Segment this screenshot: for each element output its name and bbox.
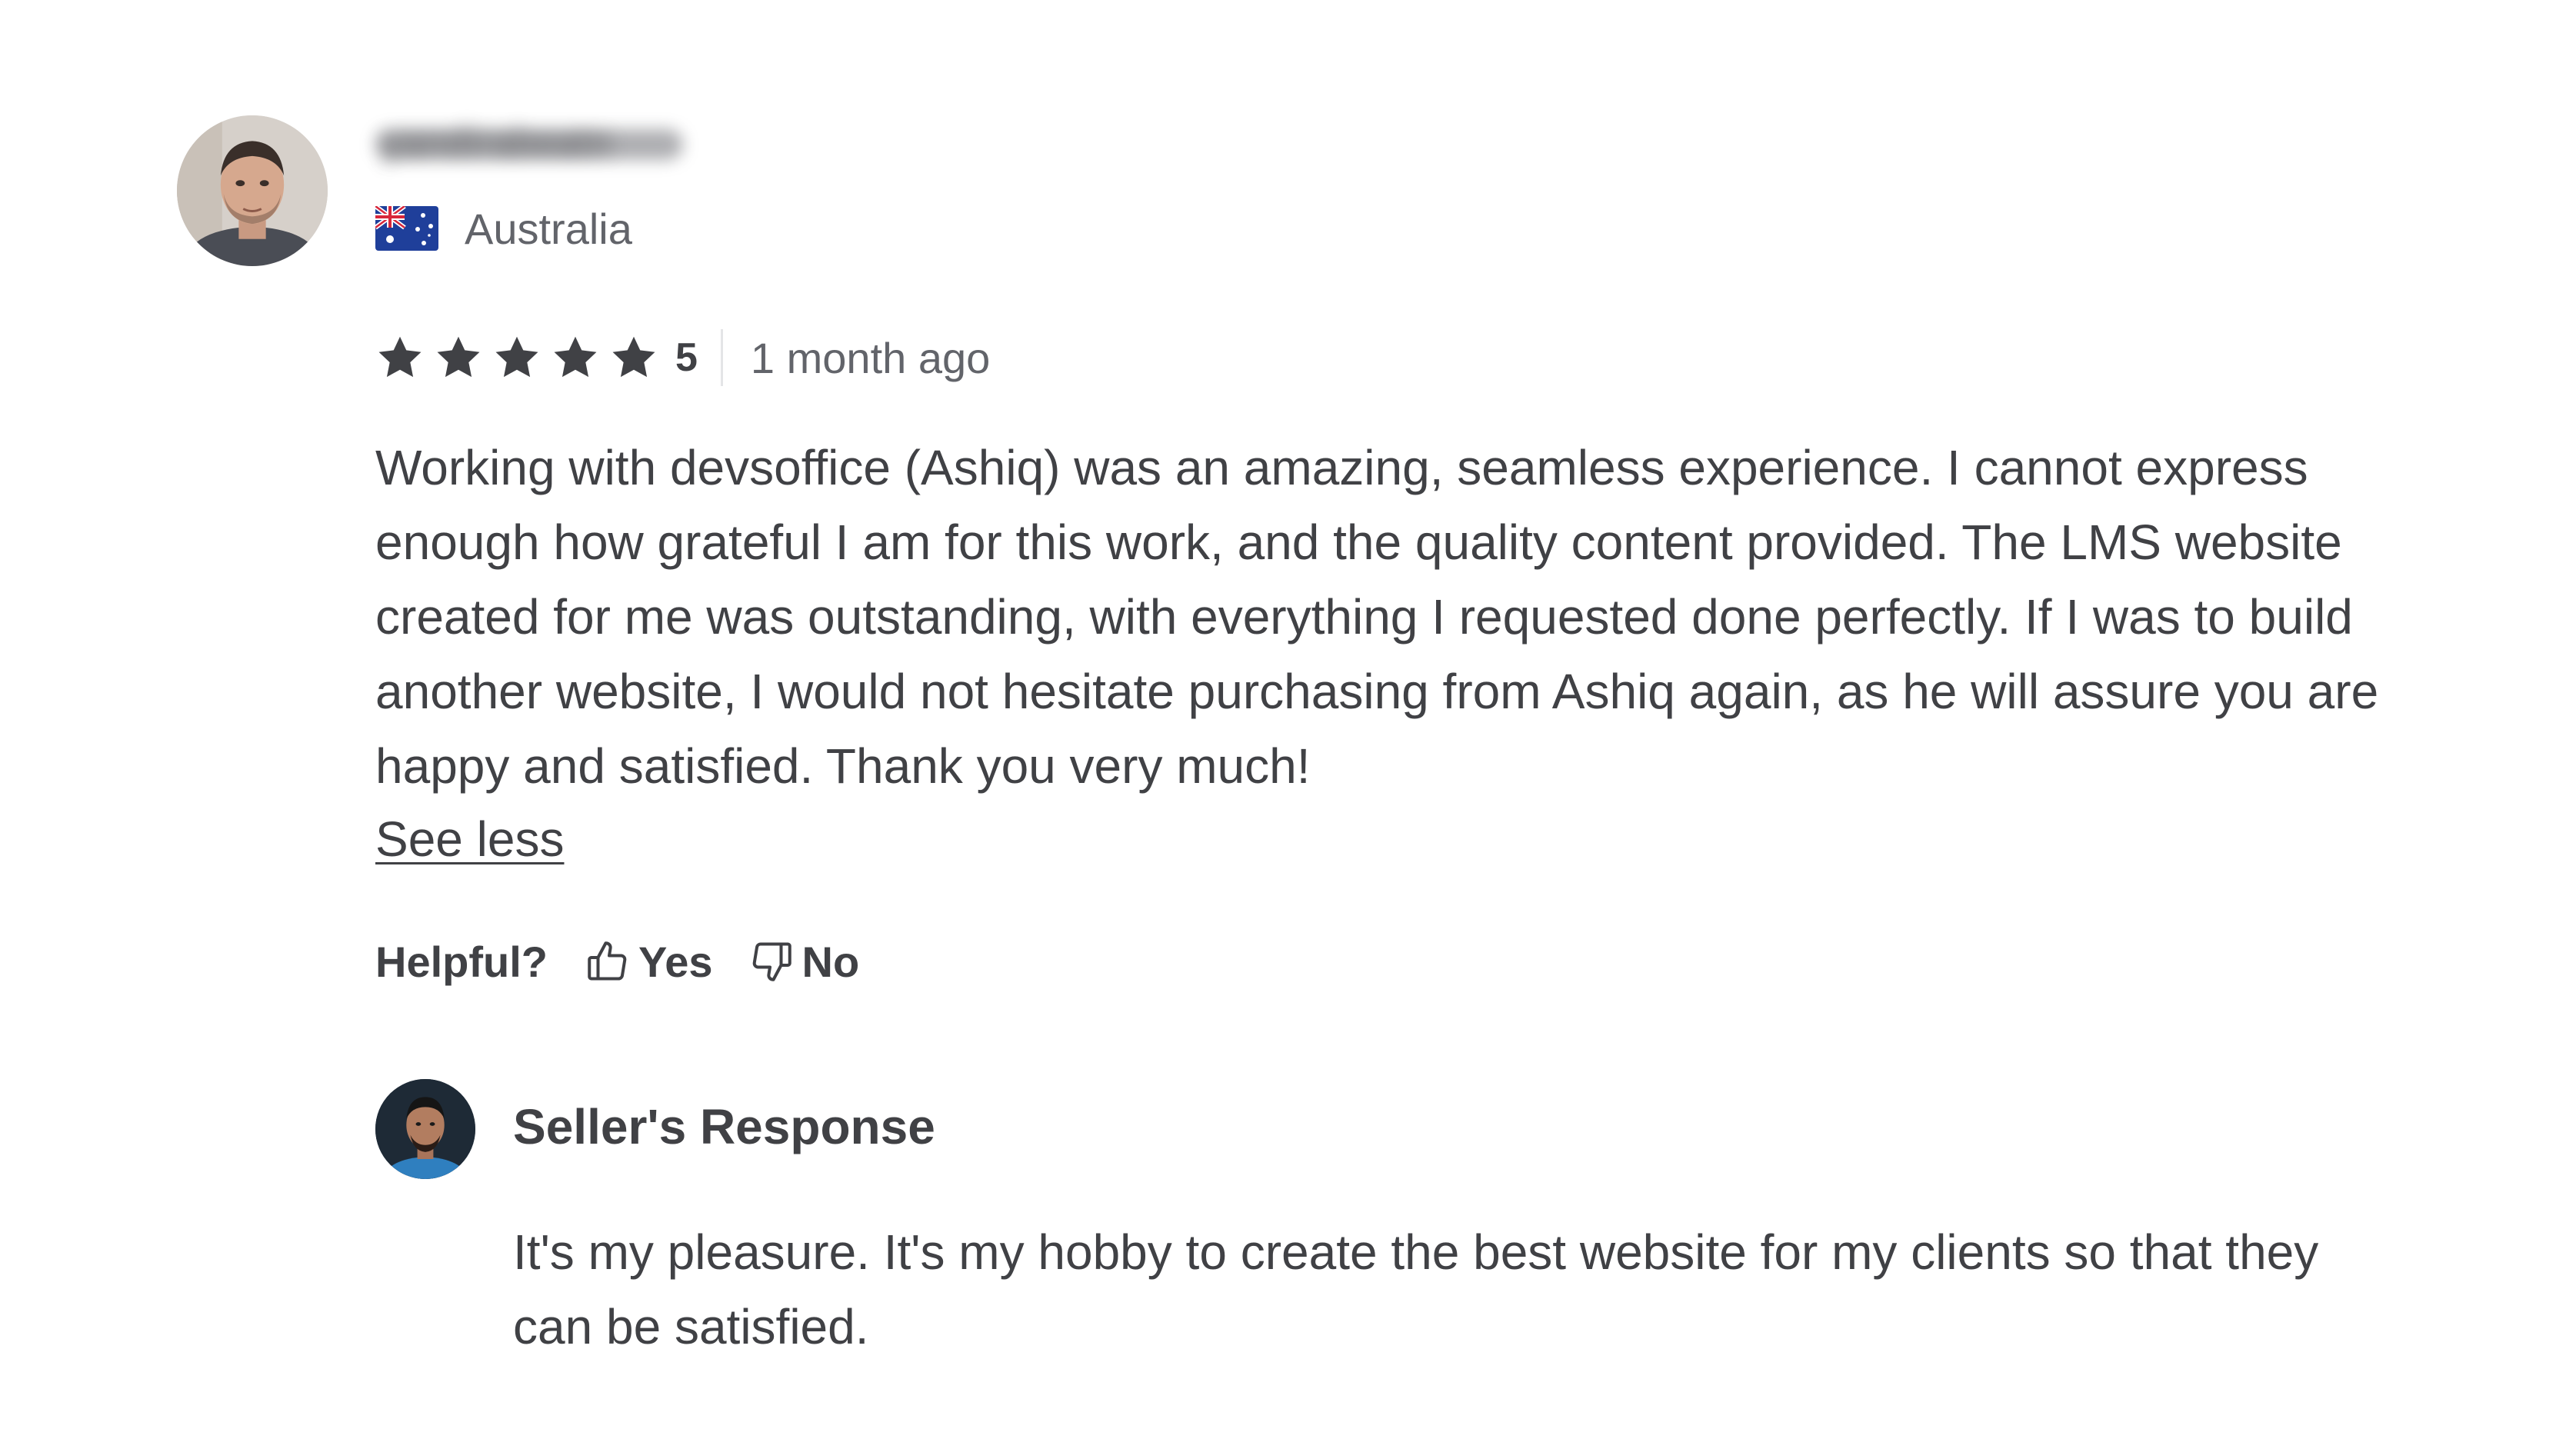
reviewer-username[interactable]: yandirabeatn — [375, 115, 683, 169]
country-name: Australia — [465, 204, 632, 253]
star-icon — [378, 336, 422, 378]
helpful-yes-button[interactable]: Yes — [585, 937, 713, 987]
australia-flag-icon — [375, 206, 438, 251]
thumbs-up-icon — [588, 941, 627, 981]
rating-divider — [720, 329, 723, 386]
seller-avatar[interactable] — [375, 1079, 475, 1179]
reviewer-avatar[interactable] — [177, 115, 328, 266]
review-time-ago: 1 month ago — [750, 333, 991, 382]
star-icon — [437, 336, 480, 378]
rating-row: 5 1 month ago — [375, 329, 991, 386]
seller-avatar-image — [375, 1079, 475, 1179]
star-icon — [495, 336, 538, 378]
see-less-link[interactable]: See less — [375, 802, 564, 877]
helpful-no-label: No — [801, 937, 860, 986]
review-card: yandirabeatn Australia 5 1 month ago Wor… — [0, 0, 2576, 1449]
review-body: Working with devsoffice (Ashiq) was an a… — [375, 440, 2379, 794]
star-icon — [612, 336, 655, 378]
seller-response-body: It's my pleasure. It's my hobby to creat… — [513, 1224, 2319, 1354]
username-text: yandirabeatn — [382, 122, 612, 163]
star-icon — [554, 336, 597, 378]
helpful-yes-label: Yes — [638, 937, 713, 986]
thumbs-down-icon — [752, 942, 791, 981]
reviewer-country: Australia — [375, 202, 632, 255]
helpful-no-button[interactable]: No — [748, 937, 860, 987]
rating-value: 5 — [675, 335, 698, 380]
star-rating — [375, 333, 658, 382]
reviewer-avatar-image — [177, 115, 328, 266]
seller-response-title: Seller's Response — [513, 1099, 935, 1154]
helpful-row: Helpful? Yes No — [375, 931, 859, 992]
helpful-label: Helpful? — [375, 937, 548, 986]
